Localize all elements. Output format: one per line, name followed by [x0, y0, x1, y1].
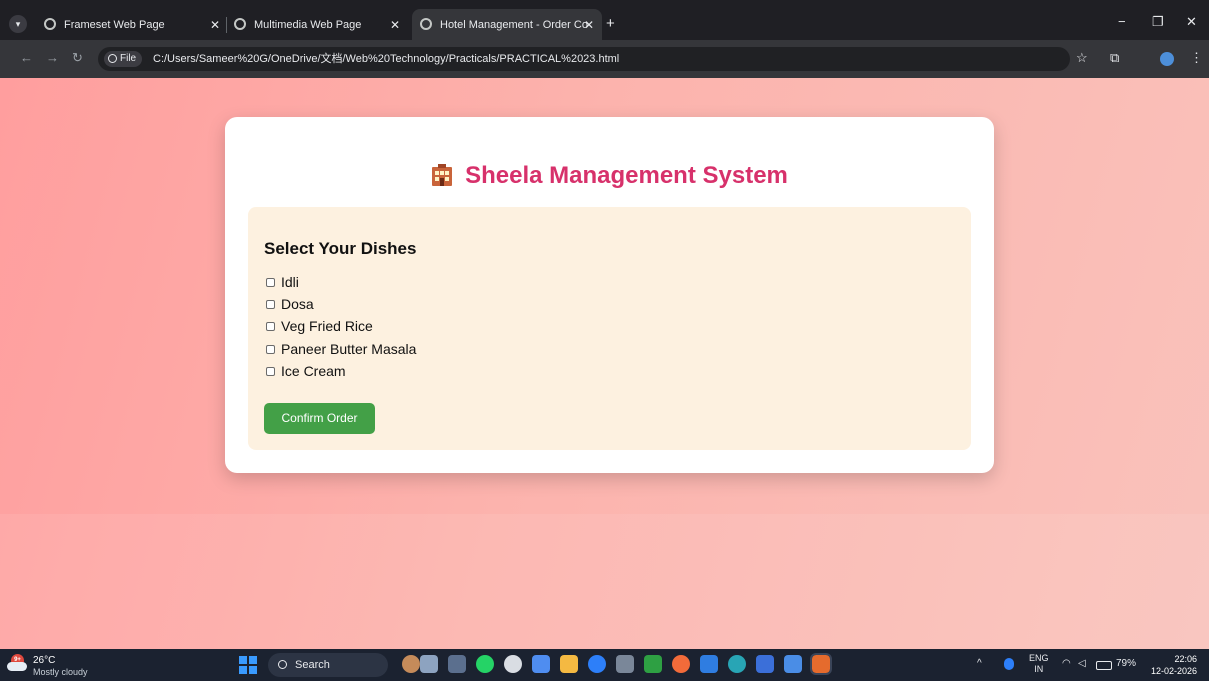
globe-icon: [420, 18, 432, 31]
bluetooth-app-icon[interactable]: [588, 655, 606, 673]
tab-multimedia[interactable]: Multimedia Web Page ✕: [234, 14, 404, 36]
whatsapp-icon[interactable]: [476, 655, 494, 673]
profile-avatar[interactable]: [1160, 52, 1174, 66]
task-view-icon[interactable]: [448, 655, 466, 673]
page-title: Sheela Management System: [465, 162, 788, 189]
forward-button[interactable]: →: [46, 50, 59, 65]
tab-label: Multimedia Web Page: [254, 19, 362, 32]
region-code: IN: [1034, 664, 1044, 674]
tab-close-button[interactable]: ✕: [584, 14, 594, 36]
chatgpt-icon[interactable]: [504, 655, 522, 673]
dish-label: Idli: [281, 274, 299, 290]
language-indicator[interactable]: ENG IN: [1029, 653, 1049, 675]
close-window-button[interactable]: ✕: [1186, 14, 1197, 30]
page-title-row: Sheela Management System: [225, 162, 994, 190]
dish-option-ice-cream[interactable]: Ice Cream: [266, 362, 346, 380]
word-icon[interactable]: [784, 655, 802, 673]
dish-label: Veg Fried Rice: [281, 318, 373, 334]
tab-frameset[interactable]: Frameset Web Page ✕: [44, 14, 224, 36]
globe-icon: [234, 18, 246, 31]
tab-close-button[interactable]: ✕: [210, 14, 220, 36]
section-heading: Select Your Dishes: [264, 239, 417, 258]
dish-label: Paneer Butter Masala: [281, 341, 417, 357]
order-card: Sheela Management System Select Your Dis…: [225, 117, 994, 473]
bookmark-star-icon[interactable]: ☆: [1076, 50, 1088, 66]
weather-temperature[interactable]: 26°C: [33, 655, 55, 666]
site-info-chip[interactable]: File: [104, 51, 143, 67]
edge-icon[interactable]: [728, 655, 746, 673]
dish-option-dosa[interactable]: Dosa: [266, 295, 314, 313]
copilot-icon[interactable]: [532, 655, 550, 673]
tab-label: Frameset Web Page: [64, 19, 165, 32]
cloud-icon: [7, 662, 27, 671]
chrome-icon[interactable]: [672, 655, 690, 673]
photos-icon[interactable]: [644, 655, 662, 673]
dish-checkbox[interactable]: [266, 300, 275, 309]
dish-label: Dosa: [281, 296, 314, 312]
dish-option-veg-fried-rice[interactable]: Veg Fried Rice: [266, 317, 373, 335]
system-clock[interactable]: 22:06 12-02-2026: [1151, 653, 1197, 677]
dish-option-paneer-butter-masala[interactable]: Paneer Butter Masala: [266, 340, 416, 358]
search-label: Search: [295, 659, 330, 671]
vscode-icon[interactable]: [700, 655, 718, 673]
dish-label: Ice Cream: [281, 363, 346, 379]
browser-menu-icon[interactable]: ⋮: [1190, 50, 1203, 66]
bluetooth-icon[interactable]: [1004, 658, 1014, 670]
wifi-icon[interactable]: ◠: [1062, 658, 1071, 669]
people-app-icon[interactable]: [402, 655, 420, 673]
tray-chevron-icon[interactable]: ^: [977, 658, 982, 669]
info-icon: [108, 54, 117, 63]
volume-icon[interactable]: ◁: [1078, 658, 1086, 669]
tab-search-button[interactable]: ▾: [9, 15, 27, 33]
dish-option-idli[interactable]: Idli: [266, 273, 299, 291]
tab-divider: [226, 17, 227, 33]
windows-start-icon[interactable]: [239, 656, 257, 674]
tab-hotel-management[interactable]: Hotel Management - Order Co ✕: [420, 14, 598, 36]
tab-close-button[interactable]: ✕: [390, 14, 400, 36]
hotel-icon: [431, 164, 453, 186]
active-browser-icon[interactable]: [810, 653, 832, 675]
widget-app-icon[interactable]: [420, 655, 438, 673]
dish-checkbox[interactable]: [266, 345, 275, 354]
taskbar-search[interactable]: Search: [268, 653, 388, 677]
extensions-icon[interactable]: ⧉: [1110, 50, 1119, 66]
background-band: [0, 514, 1209, 649]
restore-button[interactable]: ❐: [1152, 14, 1164, 30]
search-icon: [278, 660, 287, 669]
weather-condition[interactable]: Mostly cloudy: [33, 667, 88, 678]
reload-button[interactable]: ↻: [72, 50, 83, 66]
battery-icon[interactable]: [1096, 661, 1112, 670]
dish-selection-panel: Select Your Dishes Idli Dosa Veg Fried R…: [248, 207, 971, 450]
dish-checkbox[interactable]: [266, 322, 275, 331]
back-button[interactable]: ←: [20, 50, 33, 65]
globe-icon: [44, 18, 56, 31]
minimize-button[interactable]: −: [1118, 14, 1126, 29]
dish-checkbox[interactable]: [266, 278, 275, 287]
site-info-label: File: [120, 53, 137, 64]
weather-widget-icon[interactable]: 9+: [7, 654, 27, 671]
clock-date: 12-02-2026: [1150, 666, 1197, 676]
tab-label: Hotel Management - Order Co: [440, 19, 588, 32]
page-viewport: Sheela Management System Select Your Dis…: [0, 78, 1209, 649]
battery-percent[interactable]: 79%: [1116, 658, 1136, 669]
new-tab-button[interactable]: +: [606, 14, 615, 34]
language-code: ENG: [1029, 653, 1049, 663]
dish-checkbox[interactable]: [266, 367, 275, 376]
confirm-order-button[interactable]: Confirm Order: [264, 403, 375, 434]
url-text[interactable]: C:/Users/Sameer%20G/OneDrive/文档/Web%20Te…: [153, 51, 619, 67]
app-a-icon[interactable]: [756, 655, 774, 673]
file-explorer-icon[interactable]: [560, 655, 578, 673]
clock-time: 22:06: [1174, 654, 1197, 664]
terminal-icon[interactable]: [616, 655, 634, 673]
